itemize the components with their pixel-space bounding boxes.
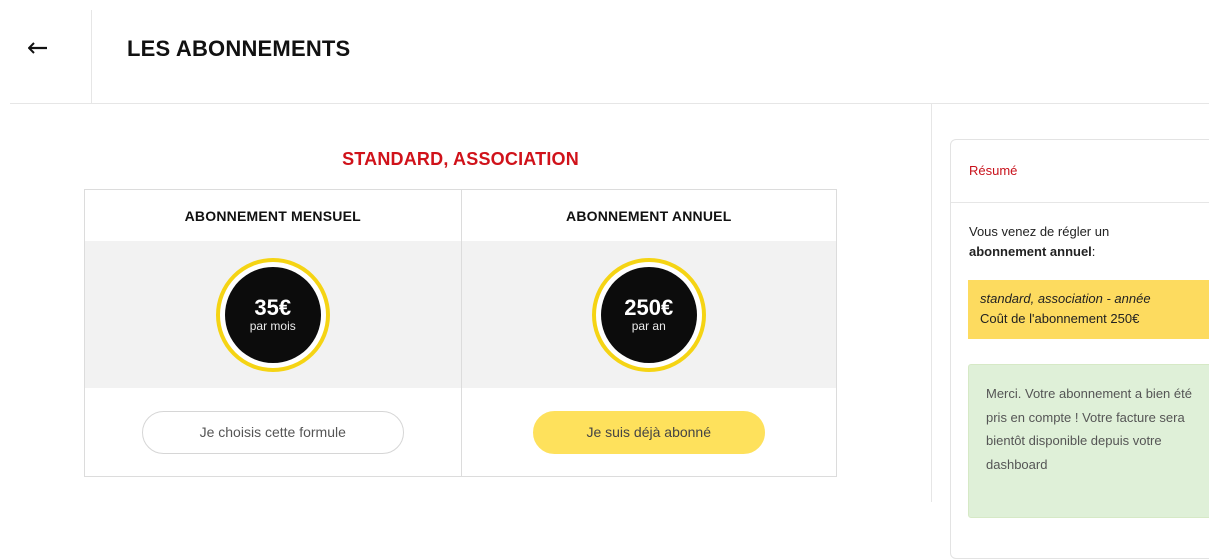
content-divider (931, 104, 932, 502)
plan-footer: Je choisis cette formule (85, 388, 461, 476)
plan-group-title: STANDARD, ASSOCIATION (342, 149, 579, 169)
price-period: par an (631, 319, 666, 333)
summary-intro-suffix: : (1091, 244, 1096, 259)
plans-table: ABONNEMENT MENSUEL 35€ par mois Je chois… (84, 189, 837, 477)
price-amount: 35€ (254, 295, 292, 320)
choose-plan-button[interactable]: Je choisis cette formule (141, 410, 404, 454)
arrow-left-icon (28, 42, 47, 54)
page-header: LES ABONNEMENTS (0, 0, 1209, 104)
subscription-highlight: standard, association - année Coût de l'… (968, 280, 1209, 339)
subscription-label: standard, association - année (980, 291, 1151, 306)
summary-title: Résumé (969, 163, 1018, 178)
plan-monthly: ABONNEMENT MENSUEL 35€ par mois Je chois… (85, 190, 461, 476)
plan-footer: Je suis déjà abonné (462, 388, 837, 476)
plan-price-band: 35€ par mois (85, 241, 461, 388)
price-amount: 250€ (624, 295, 674, 320)
summary-intro-text: Vous venez de régler un (969, 224, 1110, 239)
plan-name: ABONNEMENT ANNUEL (566, 207, 732, 224)
summary-intro-bold: abonnement annuel (969, 244, 1092, 259)
plan-annual: ABONNEMENT ANNUEL 250€ par an Je suis dé… (460, 190, 837, 476)
summary-intro: Vous venez de régler un abonnement annue… (969, 222, 1199, 262)
plan-name: ABONNEMENT MENSUEL (184, 207, 361, 224)
page-title: LES ABONNEMENTS (127, 36, 351, 61)
header-divider (91, 10, 92, 104)
plan-price-band: 250€ par an (461, 241, 836, 388)
success-alert: Merci. Votre abonnement a bien été pris … (968, 364, 1209, 518)
subscription-cost: Coût de l'abonnement 250€ (980, 311, 1140, 326)
price-circle: 35€ par mois (224, 266, 321, 363)
price-period: par mois (249, 319, 296, 333)
price-circle: 250€ par an (600, 266, 697, 363)
back-button[interactable] (24, 34, 52, 62)
summary-separator (951, 202, 1209, 203)
price-badge: 35€ par mois (215, 257, 330, 372)
header-separator (10, 103, 1209, 104)
summary-panel: Résumé Vous venez de régler un abonnemen… (950, 139, 1209, 559)
price-badge: 250€ par an (591, 257, 706, 372)
already-subscribed-button[interactable]: Je suis déjà abonné (532, 410, 765, 454)
